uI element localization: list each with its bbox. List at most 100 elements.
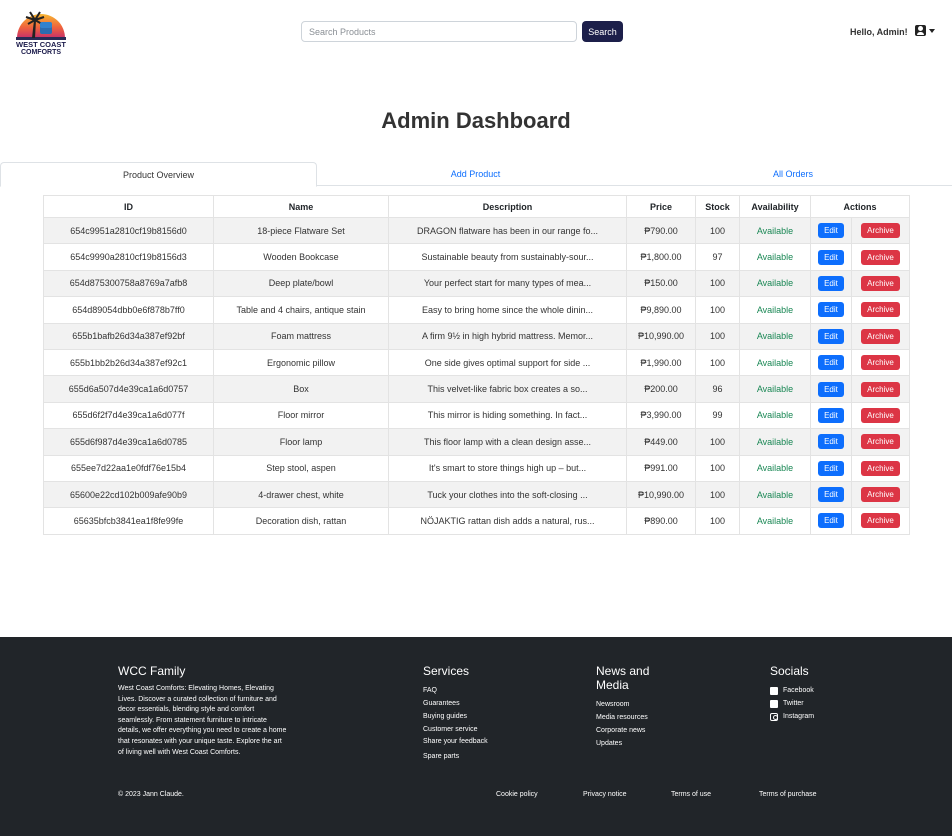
edit-button[interactable]: Edit [818, 302, 844, 318]
cell-edit-action: Edit [810, 322, 852, 350]
archive-button[interactable]: Archive [861, 302, 900, 318]
edit-button[interactable]: Edit [818, 223, 844, 239]
footer-link-guarantees[interactable]: Guarantees [423, 697, 493, 710]
cell-availability: Available [739, 348, 811, 377]
table-row: 655d6f987d4e39ca1a6d0785 Floor lamp This f… [43, 428, 911, 456]
table-row: 655d6a507d4e39ca1a6d0757 Box This velvet-l… [43, 375, 911, 403]
footer-link-customer-service[interactable]: Customer service [423, 723, 493, 736]
footer-link-buying-guides[interactable]: Buying guides [423, 710, 493, 723]
cell-price: ₱200.00 [626, 375, 696, 403]
cell-stock: 100 [695, 507, 740, 535]
cell-name: Ergonomic pillow [213, 348, 389, 377]
cell-edit-action: Edit [810, 454, 852, 482]
edit-button[interactable]: Edit [818, 460, 844, 476]
cell-archive-action: Archive [850, 216, 911, 245]
footer-link-media-resources[interactable]: Media resources [596, 711, 666, 724]
archive-button[interactable]: Archive [861, 460, 900, 476]
footer-link-faq[interactable]: FAQ [423, 684, 493, 697]
archive-button[interactable]: Archive [861, 407, 900, 423]
edit-button[interactable]: Edit [818, 328, 844, 344]
footer-link-facebook[interactable]: Facebook [770, 684, 860, 697]
products-table-body: 654c9951a2810cf19b8156d0 18-piece Flatwar… [43, 216, 911, 535]
archive-button[interactable]: Archive [861, 381, 900, 397]
tab-add-product[interactable]: Add Product [317, 162, 634, 186]
archive-button[interactable]: Archive [861, 355, 900, 371]
twitter-icon [770, 699, 778, 708]
cell-name: Floor mirror [213, 401, 389, 430]
search-input[interactable] [301, 21, 577, 42]
tab-product-overview[interactable]: Product Overview [0, 162, 317, 187]
archive-button[interactable]: Archive [861, 275, 900, 291]
greeting-text: Hello, Admin! [850, 27, 908, 37]
cell-price: ₱991.00 [626, 454, 696, 482]
cell-description: Tuck your clothes into the soft-closing … [388, 480, 627, 509]
cell-edit-action: Edit [810, 348, 852, 377]
cell-price: ₱10,990.00 [626, 480, 696, 509]
cell-name: Box [213, 375, 389, 403]
footer-family-title: WCC Family [118, 664, 186, 678]
cell-price: ₱790.00 [626, 216, 696, 245]
footer: WCC Family West Coast Comforts: Elevatin… [0, 637, 952, 836]
tab-all-orders[interactable]: All Orders [634, 162, 952, 186]
cell-name: 18-piece Flatware Set [213, 216, 389, 245]
footer-link-spare-parts[interactable]: Spare parts [423, 750, 493, 763]
footer-link-instagram[interactable]: Instagram [770, 710, 860, 723]
footer-news-title: News and Media [596, 664, 650, 692]
cell-stock: 96 [695, 375, 740, 403]
edit-button[interactable]: Edit [818, 487, 844, 503]
cell-id: 655d6f987d4e39ca1a6d0785 [43, 428, 214, 456]
footer-link-updates[interactable]: Updates [596, 737, 666, 750]
table-header-row: ID Name Description Price Stock Availabi… [43, 195, 911, 218]
search-button[interactable]: Search [582, 21, 623, 42]
cell-stock: 97 [695, 243, 740, 271]
edit-button[interactable]: Edit [818, 381, 844, 397]
archive-button[interactable]: Archive [861, 328, 900, 344]
cell-name: Deep plate/bowl [213, 269, 389, 298]
table-row: 655ee7d22aa1e0fdf76e15b4 Step stool, aspe… [43, 454, 911, 482]
edit-button[interactable]: Edit [818, 249, 844, 265]
archive-button[interactable]: Archive [861, 223, 900, 239]
edit-button[interactable]: Edit [818, 355, 844, 371]
archive-button[interactable]: Archive [861, 513, 900, 529]
footer-link-share-feedback[interactable]: Share your feedback [423, 737, 493, 748]
cell-stock: 100 [695, 454, 740, 482]
footer-link-twitter[interactable]: Twitter [770, 697, 860, 710]
cell-availability: Available [739, 507, 811, 535]
cell-id: 654c9990a2810cf19b8156d3 [43, 243, 214, 271]
archive-button[interactable]: Archive [861, 487, 900, 503]
cell-stock: 100 [695, 296, 740, 324]
archive-button[interactable]: Archive [861, 434, 900, 450]
table-row: 65635bfcb3841ea1f8fe99fe Decoration dish,… [43, 507, 911, 535]
cell-availability: Available [739, 269, 811, 298]
footer-link-terms-of-use[interactable]: Terms of use [671, 791, 711, 798]
edit-button[interactable]: Edit [818, 407, 844, 423]
edit-button[interactable]: Edit [818, 275, 844, 291]
cell-edit-action: Edit [810, 507, 852, 535]
footer-link-corporate-news[interactable]: Corporate news [596, 724, 666, 737]
cell-availability: Available [739, 480, 811, 509]
footer-link-terms-of-purchase[interactable]: Terms of purchase [759, 791, 817, 798]
west-coast-comforts-logo[interactable]: WEST COAST COMFORTS [14, 8, 68, 56]
footer-link-cookie-policy[interactable]: Cookie policy [496, 791, 538, 798]
cell-price: ₱449.00 [626, 428, 696, 456]
cell-name: Decoration dish, rattan [213, 507, 389, 535]
cell-archive-action: Archive [850, 269, 911, 298]
cell-availability: Available [739, 454, 811, 482]
instagram-icon [770, 712, 778, 721]
archive-button[interactable]: Archive [861, 249, 900, 265]
cell-archive-action: Archive [850, 322, 911, 350]
instagram-label: Instagram [783, 713, 815, 720]
footer-family-text: West Coast Comforts: Elevating Homes, El… [118, 685, 287, 756]
cell-id: 654d875300758a8769a7afb8 [43, 269, 214, 298]
cell-price: ₱9,890.00 [626, 296, 696, 324]
edit-button[interactable]: Edit [818, 513, 844, 529]
footer-link-privacy-notice[interactable]: Privacy notice [583, 791, 627, 798]
cell-stock: 100 [695, 322, 740, 350]
user-menu-dropdown[interactable] [915, 25, 935, 36]
copyright-text: © 2023 Jann Claude. [118, 791, 184, 798]
footer-services-section: Services FAQ Guarantees Buying guides Cu… [423, 664, 493, 763]
cell-edit-action: Edit [810, 216, 852, 245]
footer-link-newsroom[interactable]: Newsroom [596, 698, 666, 711]
edit-button[interactable]: Edit [818, 434, 844, 450]
cell-description: This mirror is hiding something. In fact… [388, 401, 627, 430]
